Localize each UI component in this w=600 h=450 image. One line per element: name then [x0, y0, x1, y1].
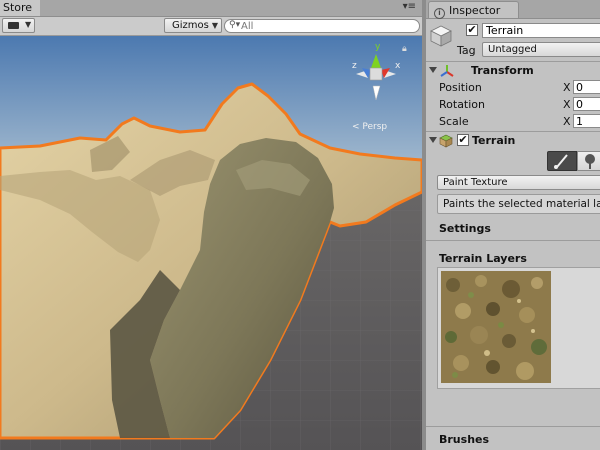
settings-heading[interactable]: Settings — [439, 222, 491, 235]
scene-search-box[interactable]: ⚲▾ — [224, 19, 420, 33]
inspector-panel: i Inspector ✔ Tag Untagged Transform Posi… — [426, 0, 600, 450]
position-label: Position — [439, 81, 482, 94]
terrain-settings-tool-button[interactable] — [577, 151, 600, 171]
gizmos-label: Gizmos — [172, 20, 209, 31]
lock-icon[interactable]: 🔒︎ — [402, 44, 407, 54]
panel-menu-icon[interactable]: ▾≡ — [403, 1, 416, 12]
shading-mode-button[interactable]: ▼ — [2, 18, 35, 33]
rotation-label: Rotation — [439, 98, 486, 111]
search-icon: ⚲▾ — [229, 20, 241, 30]
paint-terrain-tool-button[interactable] — [547, 151, 577, 171]
transform-icon — [440, 65, 454, 77]
gizmo-cone-down — [372, 85, 381, 101]
terrain-layer-thumbnail[interactable] — [441, 271, 551, 383]
terrain-layers-heading: Terrain Layers — [439, 252, 527, 265]
tab-inspector[interactable]: i Inspector — [428, 1, 520, 19]
position-x-field[interactable] — [573, 80, 600, 94]
brush-icon — [554, 154, 568, 169]
transform-title: Transform — [471, 64, 534, 77]
scale-label: Scale — [439, 115, 469, 128]
foldout-arrow-icon[interactable] — [429, 67, 437, 73]
terrain-icon — [439, 134, 453, 148]
brushes-heading: Brushes — [439, 433, 490, 446]
gizmo-center-cube[interactable] — [369, 67, 383, 81]
divider — [426, 240, 600, 241]
dropdown-arrow-icon: ▼ — [25, 20, 32, 29]
gizmos-dropdown[interactable]: Gizmos ▼ — [164, 18, 223, 33]
gizmo-y-cone — [371, 54, 381, 68]
tag-label: Tag — [457, 44, 476, 57]
divider — [426, 131, 600, 132]
paint-mode-dropdown[interactable]: Paint Texture — [437, 175, 600, 190]
scale-x-label: X — [563, 115, 571, 128]
inspector-tab-bar: i Inspector — [426, 0, 600, 19]
gizmo-z-label: z — [352, 61, 357, 71]
scale-x-field[interactable] — [573, 114, 600, 128]
scene-view-panel[interactable]: Store ▾≡ ▼ Gizmos ▼ ⚲▾ All y x z 🔒︎ < Pe… — [0, 0, 422, 450]
help-box: Paints the selected material layer onto … — [437, 194, 600, 214]
active-checkbox[interactable]: ✔ — [466, 24, 478, 36]
inspector-tab-label: Inspector — [449, 4, 501, 17]
terrain-enabled-checkbox[interactable]: ✔ — [457, 134, 469, 146]
dropdown-arrow-icon: ▼ — [211, 21, 219, 30]
scene-orientation-gizmo[interactable]: y x z — [340, 38, 410, 110]
rotation-x-label: X — [563, 98, 571, 111]
divider — [426, 61, 600, 62]
projection-label[interactable]: < Persp — [352, 122, 387, 132]
divider — [426, 426, 600, 427]
tab-store[interactable]: Store — [0, 0, 41, 16]
tree-icon — [585, 154, 595, 169]
terrain-component-header[interactable]: ✔ Terrain — [426, 133, 600, 149]
search-input[interactable] — [241, 20, 411, 32]
terrain-layers-palette[interactable] — [437, 267, 600, 389]
gameobject-cube-icon — [430, 25, 452, 47]
gizmo-x-label: x — [395, 61, 401, 71]
position-x-label: X — [563, 81, 571, 94]
rotation-x-field[interactable] — [573, 97, 600, 111]
camera-icon — [8, 22, 19, 29]
terrain-title: Terrain — [472, 134, 516, 147]
scene-tab-bar: Store ▾≡ — [0, 0, 422, 17]
tag-dropdown[interactable]: Untagged — [482, 42, 600, 57]
foldout-arrow-icon[interactable] — [429, 137, 437, 143]
info-icon: i — [434, 8, 445, 19]
transform-header[interactable]: Transform — [426, 63, 600, 79]
gameobject-name-field[interactable] — [482, 23, 600, 38]
scene-toolbar: ▼ Gizmos ▼ ⚲▾ — [0, 17, 422, 36]
gizmo-y-label: y — [375, 42, 381, 52]
